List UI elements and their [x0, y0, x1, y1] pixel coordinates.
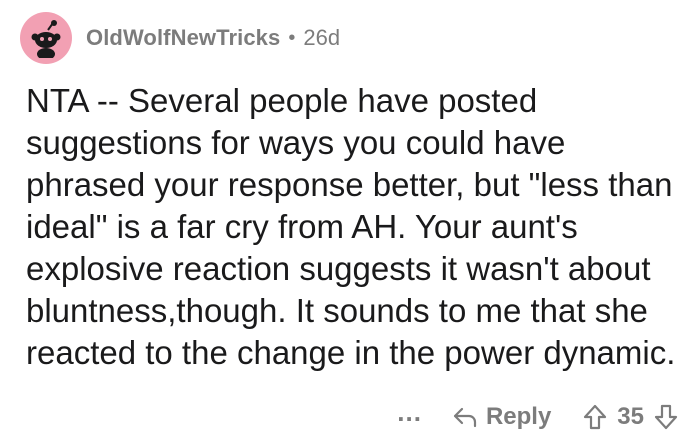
- comment-actions: ... Reply 35: [397, 399, 678, 432]
- comment-body: NTA -- Several people have posted sugges…: [26, 82, 676, 371]
- downvote-arrow-icon[interactable]: [654, 404, 678, 430]
- avatar[interactable]: [20, 12, 72, 64]
- comment-header: OldWolfNewTricks • 26d: [20, 12, 340, 64]
- reply-label: Reply: [485, 403, 552, 430]
- vote-score: 35: [617, 403, 644, 430]
- reply-arrow-icon: [453, 407, 477, 428]
- reply-button[interactable]: Reply: [452, 403, 551, 431]
- more-options-button[interactable]: ...: [397, 399, 422, 432]
- snoo-avatar-icon: [31, 20, 61, 58]
- comment-age: 26d: [303, 25, 341, 50]
- meta-separator: •: [288, 26, 296, 49]
- vote-controls: 35: [583, 403, 678, 431]
- comment-author[interactable]: OldWolfNewTricks: [86, 25, 280, 51]
- upvote-arrow-icon[interactable]: [583, 404, 607, 430]
